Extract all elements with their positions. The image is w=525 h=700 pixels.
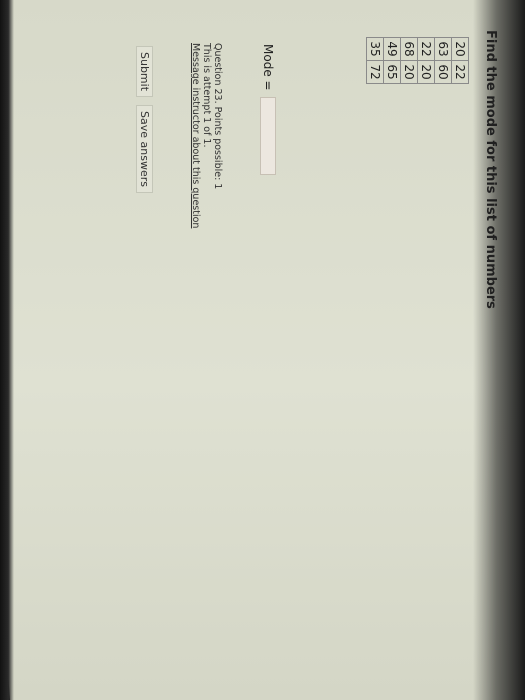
monitor-bezel-left [0, 0, 14, 700]
photo-frame: Find the mode for this list of numbers 2… [0, 0, 525, 700]
table-cell: 63 [434, 37, 452, 61]
table-cell: 22 [417, 37, 435, 61]
table-cell: 65 [383, 60, 401, 84]
attempt-text: This is attempt 1 of 1. [201, 43, 212, 148]
table-cell: 60 [434, 60, 452, 84]
table-row: 22 20 [417, 37, 435, 84]
table-cell: 20 [400, 60, 418, 84]
table-cell: 20 [451, 37, 469, 61]
mode-answer-row: Mode = [260, 44, 276, 175]
table-cell: 68 [400, 37, 418, 61]
points-text: Question 23. Points possible: 1 [212, 43, 223, 190]
table-cell: 49 [383, 37, 401, 61]
table-row: 35 72 [366, 37, 384, 84]
mode-label: Mode = [261, 44, 275, 91]
submit-button[interactable]: Submit [136, 46, 153, 98]
table-row: 49 65 [383, 37, 401, 84]
mode-input[interactable] [260, 96, 276, 175]
button-row: Submit Save answers [136, 46, 153, 193]
table-cell: 20 [417, 60, 435, 84]
table-row: 20 22 [451, 37, 469, 84]
table-row: 68 20 [400, 37, 418, 84]
table-cell: 22 [451, 60, 469, 84]
table-cell: 35 [366, 37, 384, 61]
question-info: Question 23. Points possible: 1 This is … [190, 43, 223, 228]
save-answers-button[interactable]: Save answers [136, 105, 153, 193]
numbers-table: 20 22 63 60 22 20 68 20 49 65 35 72 [366, 37, 469, 84]
message-instructor-link[interactable]: Message instructor about this question [190, 43, 201, 228]
table-row: 63 60 [434, 37, 452, 84]
table-cell: 72 [366, 60, 384, 84]
question-panel: Find the mode for this list of numbers 2… [60, 25, 500, 665]
question-title: Find the mode for this list of numbers [483, 30, 498, 309]
